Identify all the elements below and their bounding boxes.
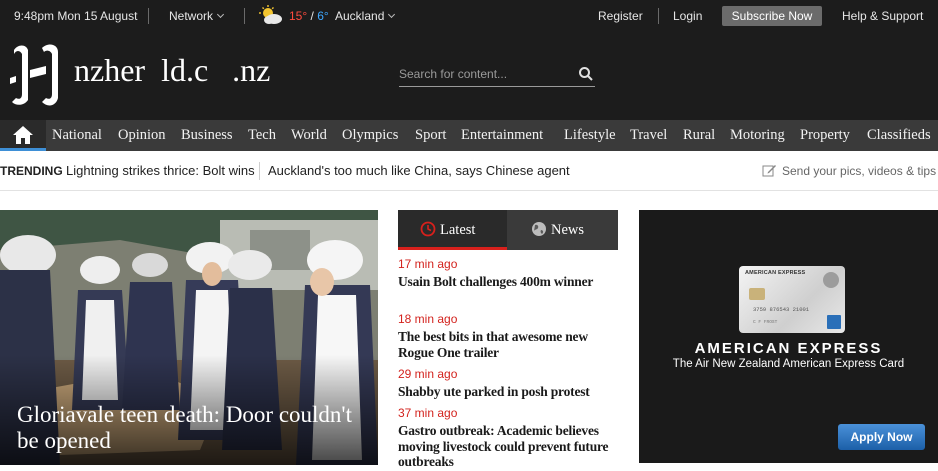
nav-item-world[interactable]: World [291, 120, 327, 151]
advertisement[interactable]: AMERICAN EXPRESS 3759 876543 21001 C F F… [639, 210, 938, 463]
temp-separator: / [310, 9, 314, 23]
nav-item-tech[interactable]: Tech [248, 120, 276, 151]
date-time: 9:48pm Mon 15 August [14, 9, 138, 23]
trending-label: TRENDING [0, 164, 63, 178]
story-time: 37 min ago [398, 406, 458, 420]
edit-icon [762, 165, 776, 177]
nav-item-lifestyle[interactable]: Lifestyle [564, 120, 616, 151]
ad-tagline: The Air New Zealand American Express Car… [672, 358, 905, 370]
register-link[interactable]: Register [598, 0, 643, 32]
apply-now-button[interactable]: Apply Now [838, 424, 925, 450]
trending-bar: TRENDING Lightning strikes thrice: Bolt … [0, 151, 938, 191]
amex-logo-icon [827, 315, 841, 329]
nav-item-national[interactable]: National [52, 120, 102, 151]
nav-home[interactable] [0, 120, 46, 151]
login-link[interactable]: Login [673, 0, 702, 32]
divider [244, 8, 245, 24]
list-item[interactable]: 37 min ago Gastro outbreak: Academic bel… [398, 406, 620, 470]
nav-item-rural[interactable]: Rural [683, 120, 715, 151]
partly-cloudy-icon [259, 5, 282, 24]
divider [259, 162, 260, 180]
credit-card-image: AMERICAN EXPRESS 3759 876543 21001 C F F… [739, 266, 845, 333]
search-box [399, 62, 595, 87]
search-icon[interactable] [577, 65, 595, 83]
list-item[interactable]: 29 min ago Shabby ute parked in posh pro… [398, 367, 620, 400]
subscribe-button[interactable]: Subscribe Now [722, 6, 822, 26]
card-chip-icon [749, 288, 765, 300]
nav-item-classifieds[interactable]: Classifieds [867, 120, 931, 151]
location-menu[interactable]: Auckland [335, 0, 396, 32]
nav-item-travel[interactable]: Travel [630, 120, 667, 151]
location-label: Auckland [335, 9, 385, 23]
story-time: 18 min ago [398, 312, 458, 326]
network-label: Network [169, 9, 214, 23]
story-title[interactable]: Gastro outbreak: Academic believes movin… [398, 423, 620, 470]
divider [658, 8, 659, 24]
air-nz-emblem-icon [823, 272, 839, 288]
card-holder: C F FROST [753, 320, 778, 325]
temp-low: 6° [317, 9, 329, 23]
tab-news[interactable]: News [507, 210, 618, 250]
site-name[interactable]: nzher ld.c .nz [74, 52, 270, 89]
search-input[interactable] [399, 64, 569, 84]
nav-item-entertainment[interactable]: Entertainment [461, 120, 543, 151]
story-title[interactable]: Shabby ute parked in posh protest [398, 384, 620, 400]
story-title[interactable]: Usain Bolt challenges 400m winner [398, 274, 620, 290]
nav-item-motoring[interactable]: Motoring [730, 120, 785, 151]
nav-item-opinion[interactable]: Opinion [118, 120, 166, 151]
trending-link[interactable]: Lightning strikes thrice: Bolt wins [66, 151, 255, 191]
nav-item-business[interactable]: Business [181, 120, 233, 151]
nav-item-sport[interactable]: Sport [415, 120, 446, 151]
clock-icon [420, 221, 436, 237]
latest-tabs: Latest News [398, 210, 618, 250]
tab-latest-label: Latest [440, 222, 476, 238]
home-icon [13, 126, 33, 144]
story-time: 17 min ago [398, 257, 458, 271]
nav-item-property[interactable]: Property [800, 120, 850, 151]
send-tips-label: Send your pics, videos & tips [782, 164, 937, 178]
ad-brand: AMERICAN EXPRESS [694, 340, 883, 357]
temp-high: 15° [289, 9, 308, 23]
nav-item-olympics[interactable]: Olympics [342, 120, 398, 151]
chevron-down-icon [216, 10, 225, 19]
divider [148, 8, 149, 24]
herald-logo-icon[interactable] [8, 40, 64, 110]
trending-link[interactable]: Auckland's too much like China, says Chi… [268, 151, 570, 191]
help-link[interactable]: Help & Support [842, 0, 923, 32]
story-time: 29 min ago [398, 367, 458, 381]
main-nav: National Opinion Business Tech World Oly… [0, 120, 938, 151]
top-utility-bar: 9:48pm Mon 15 August Network 15° / 6° Au… [0, 0, 938, 32]
tab-news-label: News [551, 222, 585, 238]
globe-icon [532, 222, 546, 236]
masthead: nzher ld.c .nz [0, 32, 938, 120]
story-title[interactable]: The best bits in that awesome new Rogue … [398, 329, 620, 360]
hero-story[interactable]: Gloriavale teen death: Door couldn't be … [0, 210, 378, 465]
tab-latest[interactable]: Latest [398, 210, 507, 250]
hero-headline[interactable]: Gloriavale teen death: Door couldn't be … [17, 402, 367, 454]
card-number: 3759 876543 21001 [753, 306, 810, 313]
chevron-down-icon [388, 10, 396, 19]
network-menu[interactable]: Network [169, 0, 225, 32]
list-item[interactable]: 17 min ago Usain Bolt challenges 400m wi… [398, 257, 620, 290]
list-item[interactable]: 18 min ago The best bits in that awesome… [398, 312, 620, 360]
card-brand: AMERICAN EXPRESS [745, 270, 806, 276]
